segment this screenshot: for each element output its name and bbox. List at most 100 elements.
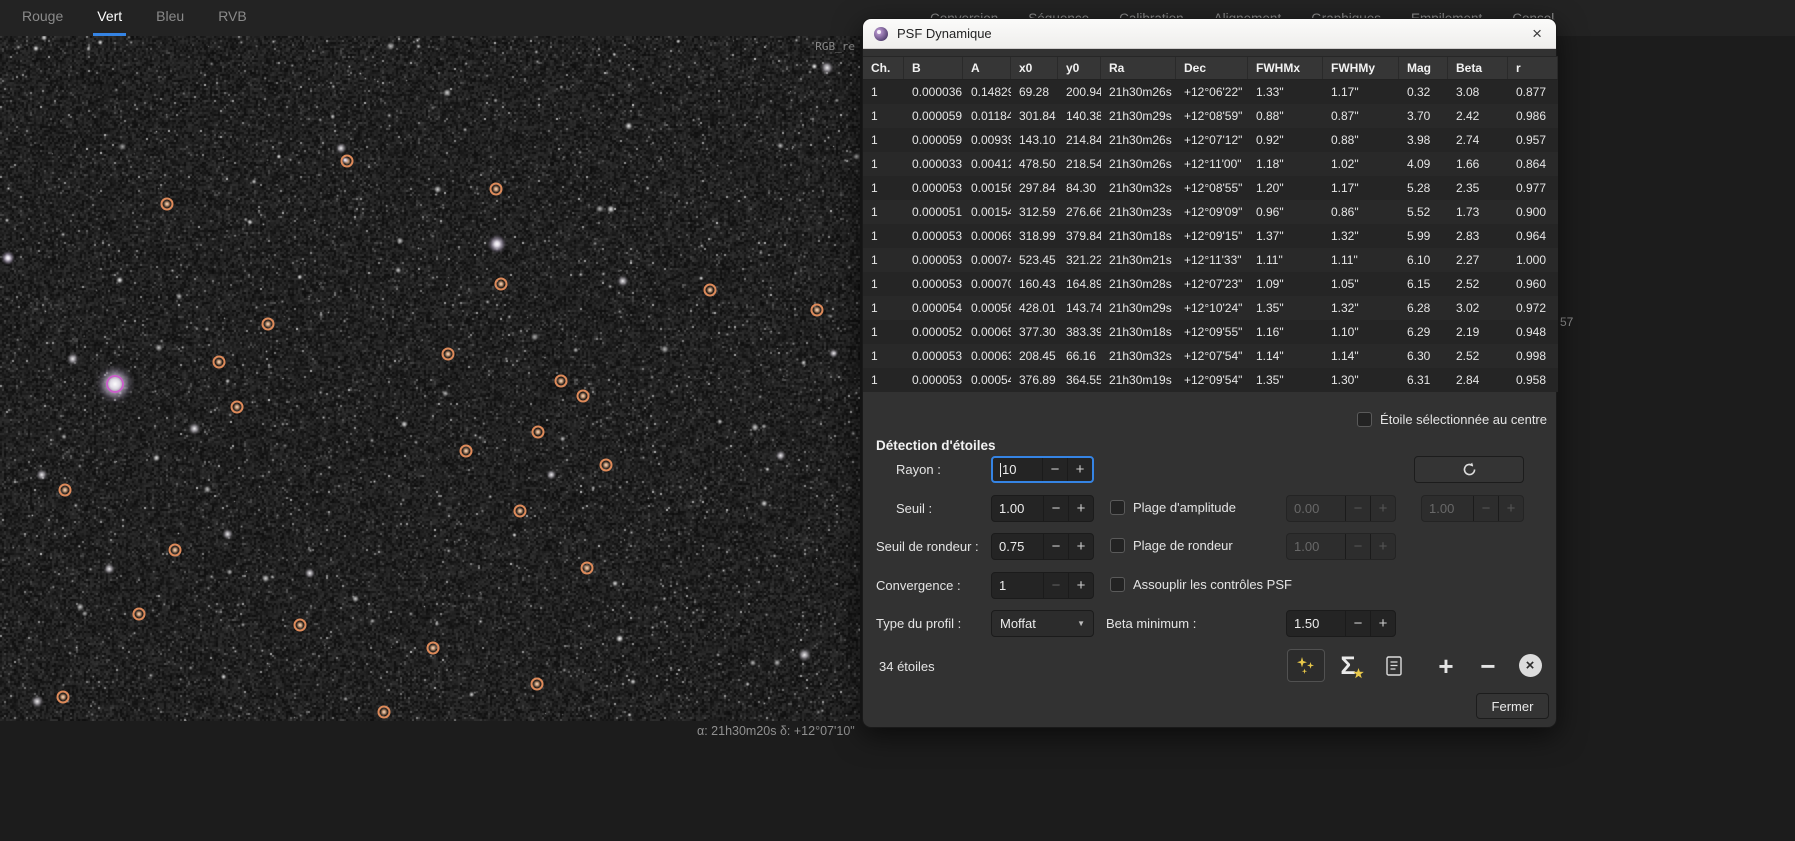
- star-marker[interactable]: [577, 390, 590, 403]
- star-marker[interactable]: [460, 445, 473, 458]
- psf-col-header-ra[interactable]: Ra: [1101, 57, 1176, 79]
- roundness-range-checkbox[interactable]: Plage de rondeur: [1110, 538, 1233, 553]
- remove-star-button[interactable]: −: [1469, 649, 1507, 682]
- checkbox-box: [1110, 577, 1125, 592]
- psf-cell: 0.960: [1508, 272, 1558, 296]
- amplitude-range-checkbox[interactable]: Plage d'amplitude: [1110, 500, 1236, 515]
- psf-col-header-r[interactable]: r: [1508, 57, 1558, 79]
- psf-cell: 0.000709: [963, 272, 1011, 296]
- radius-input[interactable]: 10: [993, 458, 1042, 481]
- roundness-increment-button[interactable]: +: [1068, 534, 1093, 559]
- profile-type-dropdown[interactable]: Moffat ▼: [991, 610, 1094, 637]
- star-marker[interactable]: [532, 426, 545, 439]
- psf-col-header-beta[interactable]: Beta: [1448, 57, 1508, 79]
- star-marker[interactable]: [514, 505, 527, 518]
- roundness-decrement-button[interactable]: −: [1043, 534, 1068, 559]
- psf-table-row[interactable]: 10.0000530.000743523.45321.2221h30m21s+1…: [863, 248, 1558, 272]
- psf-table-row[interactable]: 10.0000530.000545376.89364.5521h30m19s+1…: [863, 368, 1558, 392]
- channel-tab-bleu[interactable]: Bleu: [152, 0, 188, 36]
- star-marker[interactable]: [442, 348, 455, 361]
- psf-table-row[interactable]: 10.0000530.000709160.43164.8921h30m28s+1…: [863, 272, 1558, 296]
- add-star-button[interactable]: +: [1427, 649, 1465, 682]
- amplitude-min-increment-button[interactable]: +: [1370, 496, 1395, 521]
- psf-table-row[interactable]: 10.0000520.000652377.30383.3921h30m18s+1…: [863, 320, 1558, 344]
- star-marker[interactable]: [555, 375, 568, 388]
- star-marker[interactable]: [490, 183, 503, 196]
- star-marker[interactable]: [495, 278, 508, 291]
- psf-table-row[interactable]: 10.0000590.009395143.10214.8421h30m26s+1…: [863, 128, 1558, 152]
- export-list-button[interactable]: [1375, 649, 1413, 682]
- psf-table-row[interactable]: 10.0000510.001542312.59276.6621h30m23s+1…: [863, 200, 1558, 224]
- amplitude-max-input[interactable]: 1.00: [1422, 496, 1473, 521]
- beta-minimum-input[interactable]: 1.50: [1287, 611, 1345, 636]
- average-psf-button[interactable]: Σ: [1329, 649, 1367, 682]
- roundness-max-input[interactable]: 1.00: [1287, 534, 1345, 559]
- psf-col-header-y0[interactable]: y0: [1058, 57, 1101, 79]
- threshold-input[interactable]: 1.00: [992, 496, 1043, 521]
- threshold-decrement-button[interactable]: −: [1043, 496, 1068, 521]
- psf-col-header-mag[interactable]: Mag: [1399, 57, 1448, 79]
- star-marker[interactable]: [378, 706, 391, 719]
- star-marker[interactable]: [59, 484, 72, 497]
- star-marker[interactable]: [231, 401, 244, 414]
- psf-table-row[interactable]: 10.0000530.000636208.4566.1621h30m32s+12…: [863, 344, 1558, 368]
- roundness-max-increment-button[interactable]: +: [1370, 534, 1395, 559]
- star-marker[interactable]: [133, 608, 146, 621]
- roundness-max-decrement-button[interactable]: −: [1345, 534, 1370, 559]
- psf-col-header-x0[interactable]: x0: [1011, 57, 1058, 79]
- psf-cell: 0.877: [1508, 80, 1558, 104]
- psf-table-row[interactable]: 10.0000590.011840301.84140.3821h30m29s+1…: [863, 104, 1558, 128]
- star-marker[interactable]: [811, 304, 824, 317]
- star-marker[interactable]: [581, 562, 594, 575]
- convergence-increment-button[interactable]: +: [1068, 573, 1093, 598]
- clear-all-stars-button[interactable]: ×: [1511, 649, 1549, 682]
- psf-col-header-fwhmy[interactable]: FWHMy: [1323, 57, 1399, 79]
- psf-col-header-b[interactable]: B: [904, 57, 963, 79]
- psf-col-header-a[interactable]: A: [963, 57, 1011, 79]
- convergence-decrement-button[interactable]: −: [1043, 573, 1068, 598]
- psf-col-header-ch[interactable]: Ch.: [863, 57, 904, 79]
- center-star-checkbox[interactable]: Étoile sélectionnée au centre: [1357, 412, 1547, 427]
- psf-table-row[interactable]: 10.0000540.000567428.01143.7421h30m29s+1…: [863, 296, 1558, 320]
- star-marker[interactable]: [213, 356, 226, 369]
- star-marker[interactable]: [161, 198, 174, 211]
- star-marker[interactable]: [600, 459, 613, 472]
- star-marker[interactable]: [57, 691, 70, 704]
- star-marker[interactable]: [294, 619, 307, 632]
- radius-decrement-button[interactable]: −: [1042, 458, 1067, 481]
- psf-col-header-fwhmx[interactable]: FWHMx: [1248, 57, 1323, 79]
- psf-table-row[interactable]: 10.0000360.14829169.28200.9421h30m26s+12…: [863, 80, 1558, 104]
- psf-col-header-dec[interactable]: Dec: [1176, 57, 1248, 79]
- channel-tab-vert[interactable]: Vert: [93, 0, 126, 36]
- star-marker[interactable]: [704, 284, 717, 297]
- roundness-threshold-input[interactable]: 0.75: [992, 534, 1043, 559]
- star-marker[interactable]: [427, 642, 440, 655]
- convergence-input[interactable]: 1: [992, 573, 1043, 598]
- amplitude-min-decrement-button[interactable]: −: [1345, 496, 1370, 521]
- psf-table-row[interactable]: 10.0000530.000698318.99379.8421h30m18s+1…: [863, 224, 1558, 248]
- psf-table-row[interactable]: 10.0000530.001568297.8484.3021h30m32s+12…: [863, 176, 1558, 200]
- channel-tab-rouge[interactable]: Rouge: [18, 0, 67, 36]
- refresh-stars-button[interactable]: [1414, 456, 1524, 483]
- checkbox-box: [1357, 412, 1372, 427]
- relax-psf-checkbox[interactable]: Assouplir les contrôles PSF: [1110, 577, 1292, 592]
- channel-tab-rvb[interactable]: RVB: [214, 0, 251, 36]
- amplitude-min-input[interactable]: 0.00: [1287, 496, 1345, 521]
- star-marker[interactable]: [531, 678, 544, 691]
- star-marker[interactable]: [169, 544, 182, 557]
- close-icon[interactable]: ×: [1528, 25, 1546, 42]
- beta-decrement-button[interactable]: −: [1345, 611, 1370, 636]
- psf-table-row[interactable]: 10.0000330.004127478.50218.5421h30m26s+1…: [863, 152, 1558, 176]
- beta-increment-button[interactable]: +: [1370, 611, 1395, 636]
- amplitude-max-increment-button[interactable]: +: [1498, 496, 1523, 521]
- radius-increment-button[interactable]: +: [1067, 458, 1092, 481]
- selected-star-marker[interactable]: [106, 375, 124, 393]
- fermer-button[interactable]: Fermer: [1476, 693, 1549, 719]
- amplitude-max-decrement-button[interactable]: −: [1473, 496, 1498, 521]
- dialog-titlebar[interactable]: PSF Dynamique ×: [863, 19, 1556, 49]
- star-marker[interactable]: [341, 155, 354, 168]
- psf-cell: +12°09'55": [1176, 320, 1248, 344]
- threshold-increment-button[interactable]: +: [1068, 496, 1093, 521]
- star-marker[interactable]: [262, 318, 275, 331]
- detect-stars-button[interactable]: [1287, 649, 1325, 682]
